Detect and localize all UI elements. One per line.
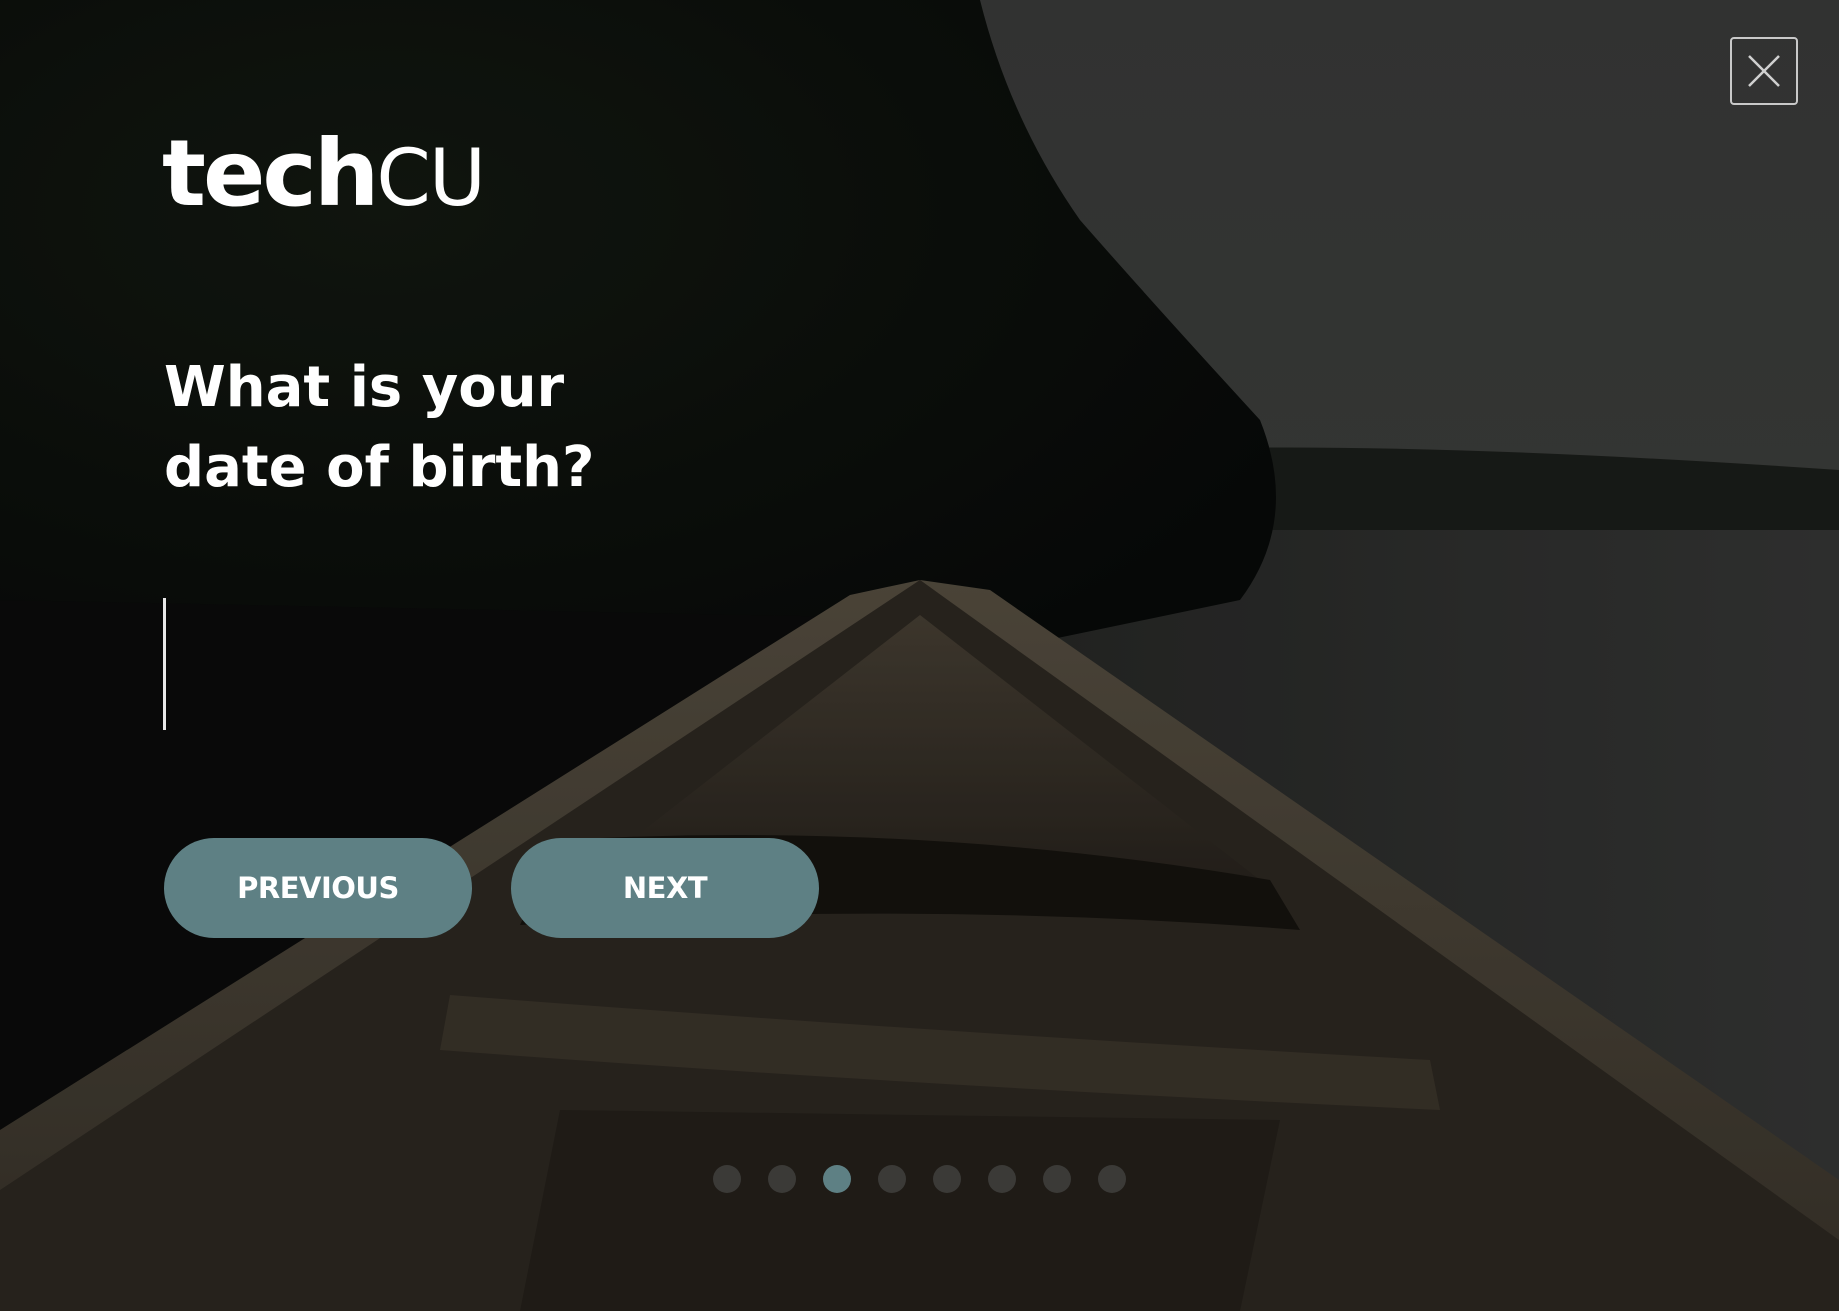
close-button[interactable]	[1730, 37, 1798, 105]
logo-text-tech: tech	[162, 120, 379, 227]
question-line-2: date of birth?	[164, 435, 595, 500]
progress-dot-active[interactable]	[823, 1165, 851, 1193]
progress-dot[interactable]	[988, 1165, 1016, 1193]
logo-text-cu: CU	[376, 134, 486, 224]
close-icon	[1748, 55, 1780, 87]
date-of-birth-input[interactable]	[160, 598, 868, 730]
progress-dot[interactable]	[1043, 1165, 1071, 1193]
dob-form-screen: techCU What is your date of birth? PREVI…	[0, 0, 1839, 1311]
progress-dot[interactable]	[768, 1165, 796, 1193]
progress-dots	[713, 1165, 1126, 1193]
question-heading: What is your date of birth?	[164, 348, 764, 508]
next-button[interactable]: NEXT	[511, 838, 819, 938]
progress-dot[interactable]	[1098, 1165, 1126, 1193]
progress-dot[interactable]	[933, 1165, 961, 1193]
question-line-1: What is your	[164, 355, 565, 420]
previous-button[interactable]: PREVIOUS	[164, 838, 472, 938]
progress-dot[interactable]	[878, 1165, 906, 1193]
techcu-logo: techCU	[162, 128, 486, 220]
text-caret	[163, 598, 166, 730]
progress-dot[interactable]	[713, 1165, 741, 1193]
